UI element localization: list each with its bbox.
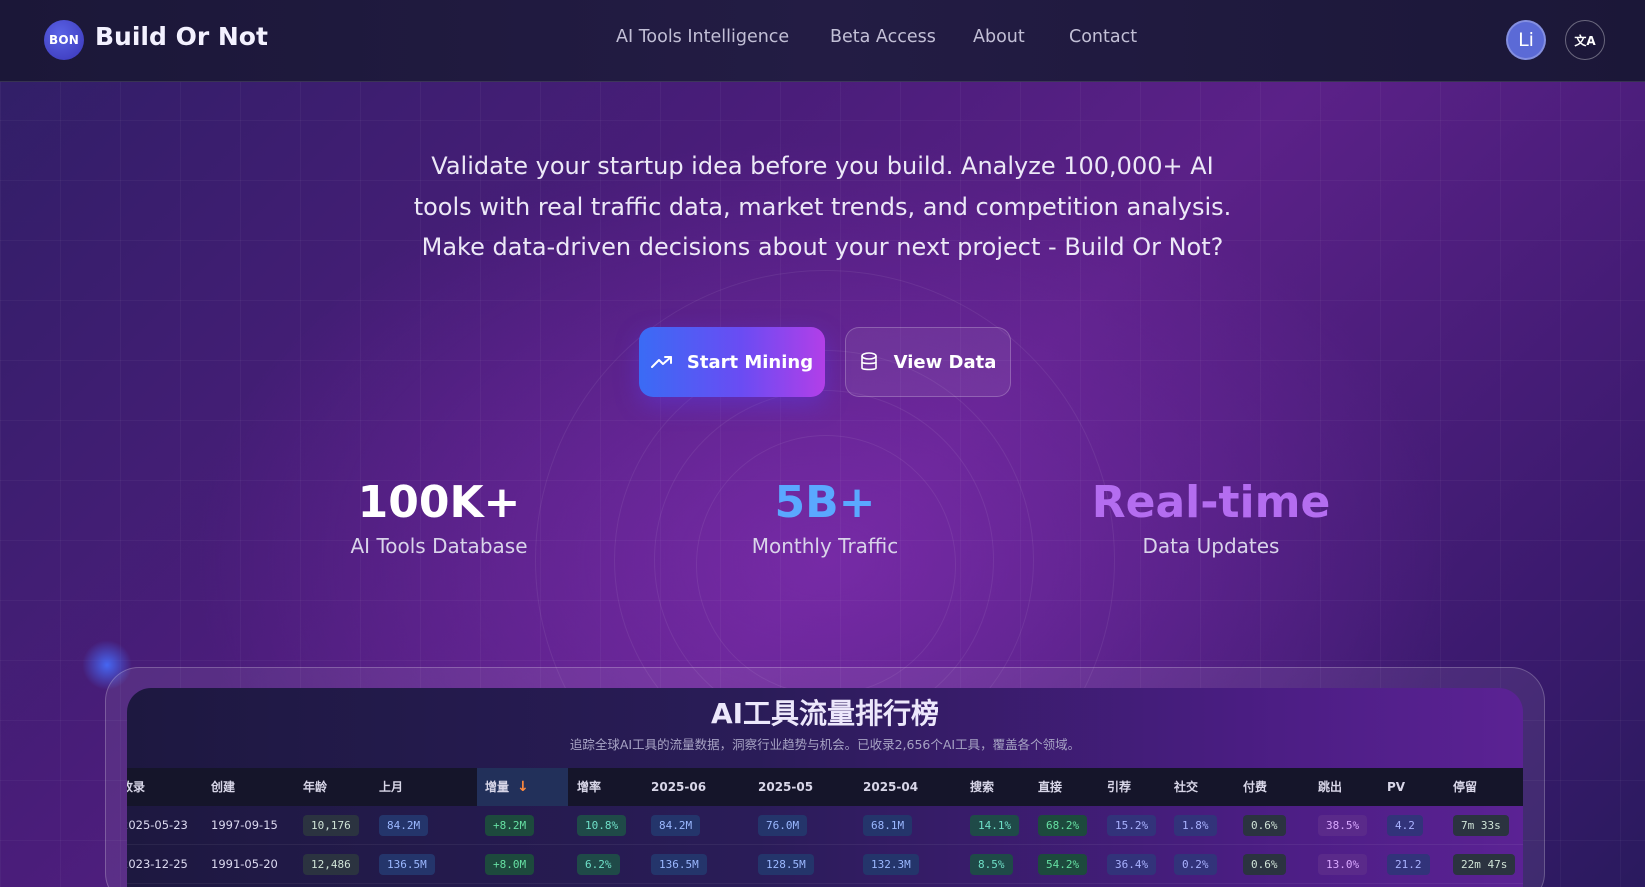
column-header-label: 增量 [485, 780, 510, 794]
cell-referral: 15.2% [1107, 815, 1157, 836]
start-mining-button[interactable]: Start Mining [639, 327, 825, 397]
hero-description: Validate your startup idea before you bu… [340, 146, 1305, 268]
brand-name[interactable]: Build Or Not [95, 22, 268, 51]
column-header[interactable]: 创建 [211, 768, 235, 806]
cell-search: 8.5% [970, 854, 1013, 875]
column-header[interactable]: 直接 [1038, 768, 1062, 806]
column-header[interactable]: 社交 [1174, 768, 1198, 806]
cell-age: 10,176 [303, 815, 359, 836]
column-header[interactable]: 跳出 [1318, 768, 1342, 806]
cell-traffic-2025-06: 136.5M [651, 854, 707, 875]
cell-referral: 36.4% [1107, 854, 1157, 875]
cell-bounce: 13.0% [1318, 854, 1368, 875]
nav-about[interactable]: About [973, 27, 1025, 47]
database-icon [860, 352, 877, 371]
sort-desc-icon: ↓ [517, 779, 529, 795]
cell-last-month: 84.2M [379, 815, 429, 836]
top-navbar: BON Build Or Not AI Tools Intelligence B… [0, 0, 1645, 82]
ranking-title: AI工具流量排行榜 [710, 697, 940, 730]
column-header[interactable]: 上月 [379, 768, 403, 806]
stat-value: Real-time [1091, 477, 1331, 528]
stat-value: 5B+ [774, 477, 876, 528]
trending-up-icon [650, 356, 672, 368]
cell-age: 12,486 [303, 854, 359, 875]
translate-icon: 文A [1574, 33, 1596, 48]
stat-label: Data Updates [1142, 534, 1280, 558]
column-header[interactable]: 收录 [127, 768, 145, 806]
column-header[interactable]: PV [1387, 768, 1405, 806]
column-header[interactable]: 2025-05 [758, 768, 813, 806]
cell-duration: 22m 47s [1453, 854, 1516, 875]
view-data-button[interactable]: View Data [845, 327, 1011, 397]
nav-contact[interactable]: Contact [1069, 27, 1137, 47]
cell-social: 1.8% [1174, 815, 1217, 836]
cell-traffic-2025-04: 68.1M [863, 815, 913, 836]
view-data-label: View Data [893, 351, 997, 373]
table-header: 收录 创建 年龄 上月 增量 ↓ 增率 2025-06 2025-05 2025-… [127, 768, 1523, 806]
column-header[interactable]: 引荐 [1107, 768, 1131, 806]
column-header[interactable]: 停留 [1453, 768, 1477, 806]
stat-data-updates: Real-time Data Updates [1051, 474, 1371, 558]
stat-value: 100K+ [357, 477, 521, 528]
cell-last-month: 136.5M [379, 854, 435, 875]
hero-line: Make data-driven decisions about your ne… [421, 233, 1224, 261]
stat-label: AI Tools Database [350, 534, 528, 558]
cell-indexed-date: 2025-05-23 [127, 818, 188, 832]
cell-growth-rate: 10.8% [577, 815, 627, 836]
cell-social: 0.2% [1174, 854, 1217, 875]
user-avatar[interactable]: Li [1506, 20, 1546, 60]
start-mining-label: Start Mining [686, 351, 814, 373]
language-toggle-button[interactable]: 文A [1565, 20, 1605, 60]
cell-pv: 4.2 [1387, 815, 1423, 836]
cell-pv: 21.2 [1387, 854, 1430, 875]
cell-created-date: 1997-09-15 [211, 818, 278, 832]
hero-line: tools with real traffic data, market tre… [413, 192, 1232, 221]
cell-traffic-2025-05: 76.0M [758, 815, 808, 836]
cell-direct: 68.2% [1038, 815, 1088, 836]
hero-line: Validate your startup idea before you bu… [431, 152, 1214, 180]
column-header[interactable]: 2025-04 [863, 768, 918, 806]
cell-increment: +8.0M [485, 854, 535, 875]
column-header[interactable]: 搜索 [970, 768, 994, 806]
column-header[interactable]: 2025-06 [651, 768, 706, 806]
logo-badge[interactable]: BON [44, 20, 84, 60]
cell-created-date: 1991-05-20 [211, 857, 278, 871]
column-header[interactable]: 付费 [1243, 768, 1267, 806]
cell-paid: 0.6% [1243, 854, 1286, 875]
cell-duration: 7m 33s [1453, 815, 1509, 836]
cell-growth-rate: 6.2% [577, 854, 620, 875]
ranking-panel: AI工具流量排行榜 追踪全球AI工具的流量数据，洞察行业趋势与机会。已收录2,6… [127, 688, 1523, 887]
stat-tools-database: 100K+ AI Tools Database [279, 474, 599, 558]
cell-search: 14.1% [970, 815, 1020, 836]
nav-beta-access[interactable]: Beta Access [830, 27, 936, 47]
cell-direct: 54.2% [1038, 854, 1088, 875]
ranking-subtitle: 追踪全球AI工具的流量数据，洞察行业趋势与机会。已收录2,656个AI工具，覆盖… [569, 737, 1081, 752]
cell-paid: 0.6% [1243, 815, 1286, 836]
cell-traffic-2025-04: 132.3M [863, 854, 919, 875]
table-row[interactable]: 2025-05-23 1997-09-15 10,176 84.2M +8.2M… [127, 806, 1523, 845]
column-header[interactable]: 年龄 [303, 768, 327, 806]
stat-monthly-traffic: 5B+ Monthly Traffic [665, 474, 985, 558]
column-header[interactable]: 增率 [577, 768, 601, 806]
column-header-sorted[interactable]: 增量 ↓ [477, 768, 568, 806]
nav-ai-tools-intelligence[interactable]: AI Tools Intelligence [616, 27, 789, 47]
stat-label: Monthly Traffic [751, 534, 899, 558]
cell-indexed-date: 2023-12-25 [127, 857, 188, 871]
table-row[interactable]: 2023-12-25 1991-05-20 12,486 136.5M +8.0… [127, 845, 1523, 884]
cell-bounce: 38.5% [1318, 815, 1368, 836]
cell-traffic-2025-06: 84.2M [651, 815, 701, 836]
cell-traffic-2025-05: 128.5M [758, 854, 814, 875]
cell-increment: +8.2M [485, 815, 535, 836]
